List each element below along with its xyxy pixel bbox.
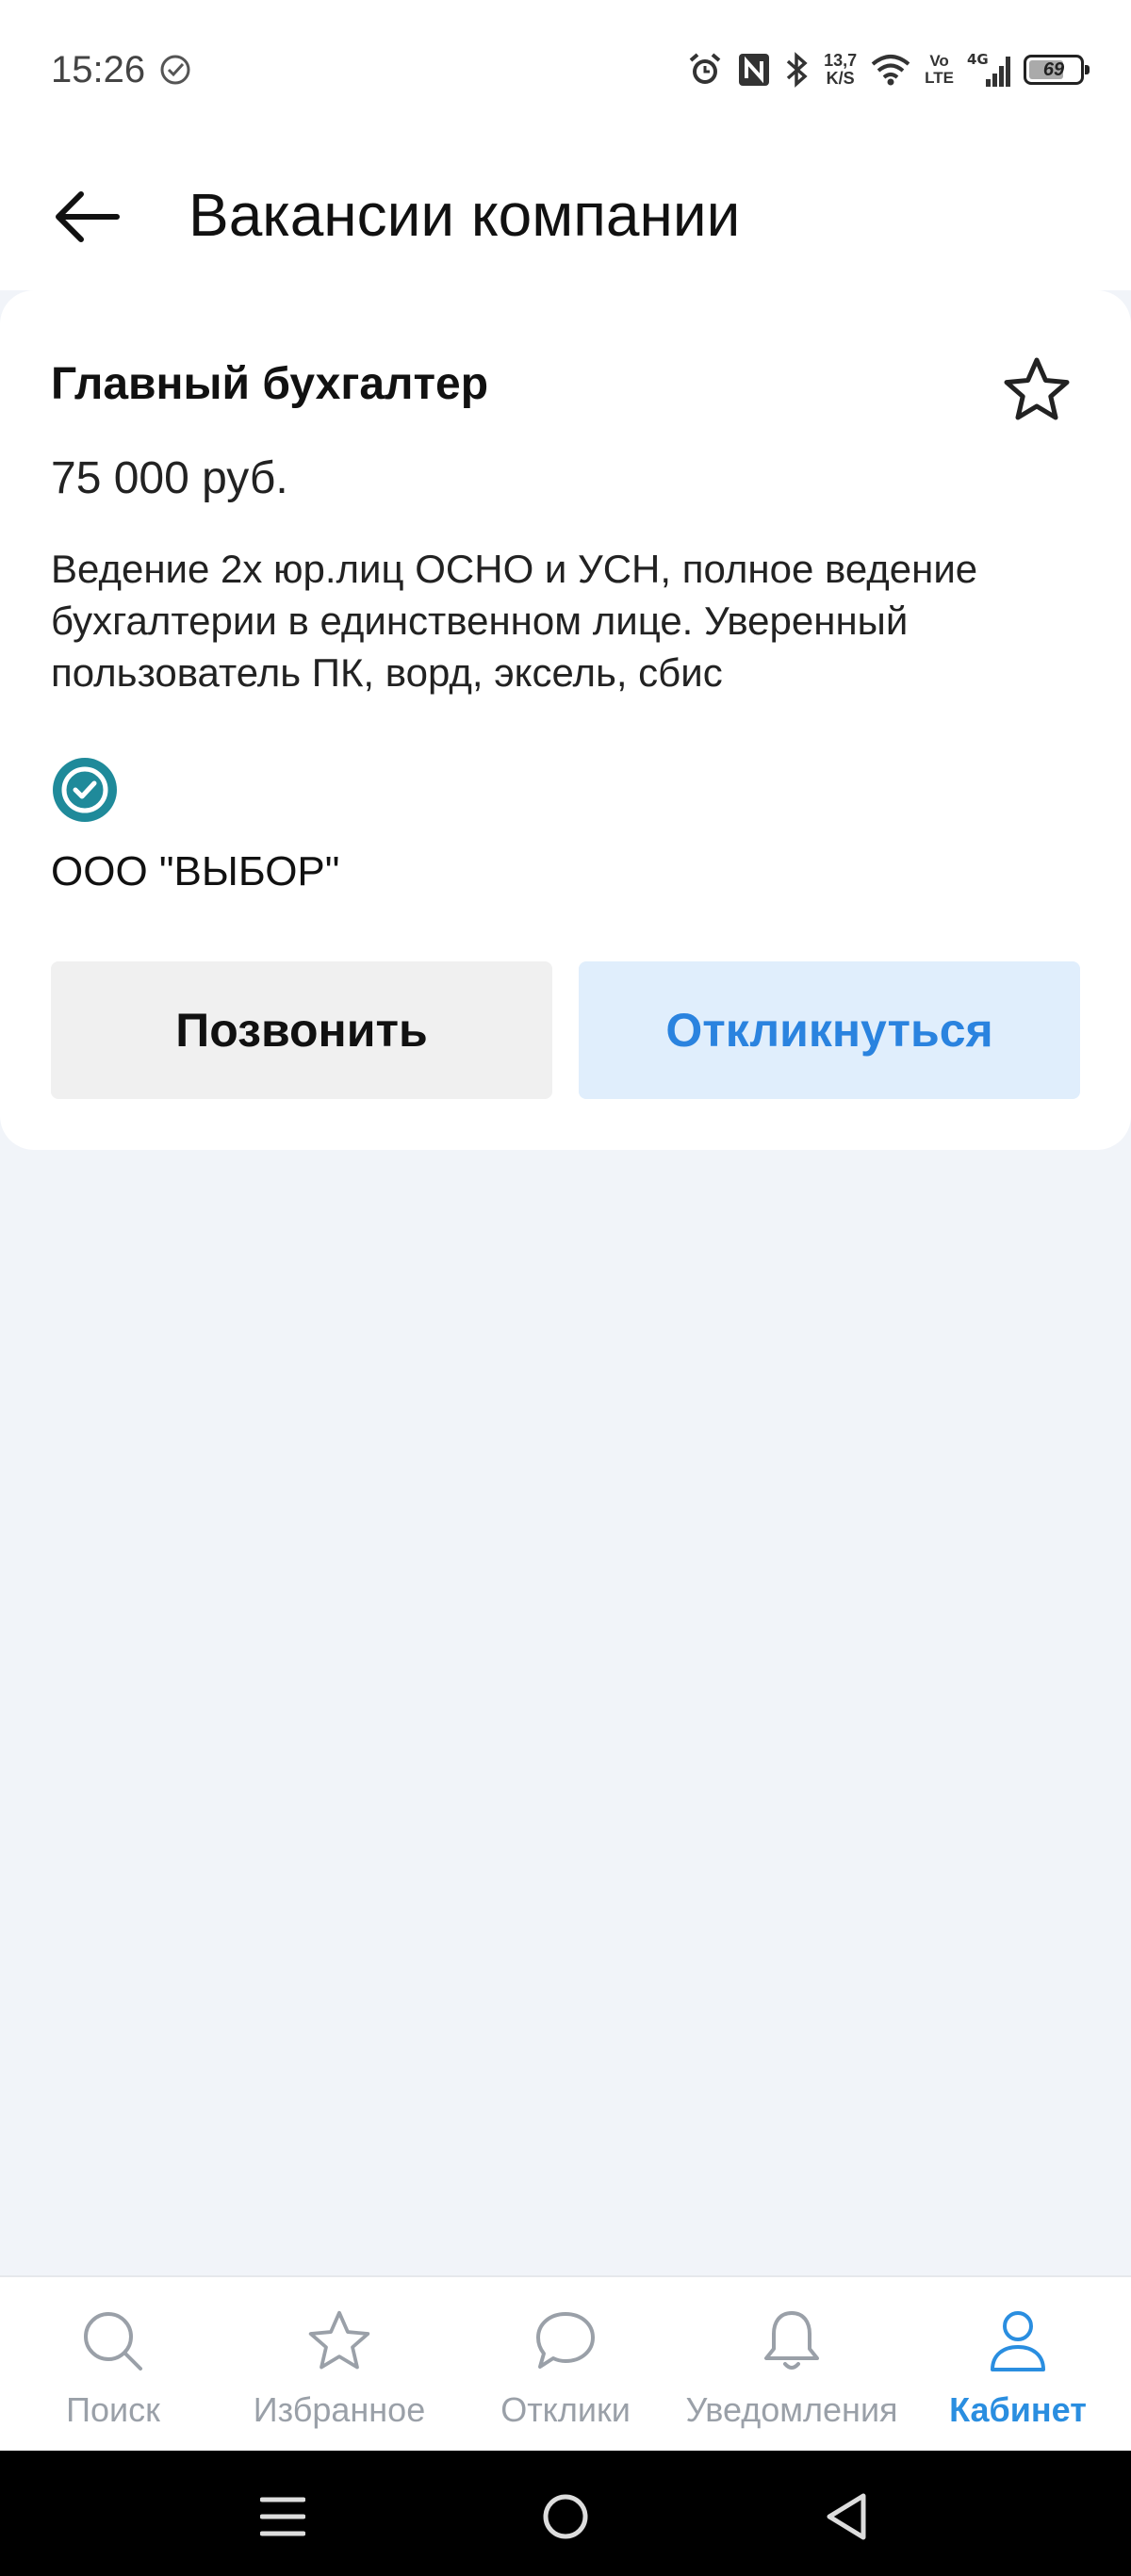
signal-icon: 4G (967, 51, 1010, 87)
nav-label-responses: Отклики (500, 2390, 631, 2429)
battery-tip (1085, 65, 1090, 74)
call-button[interactable]: Позвонить (51, 961, 552, 1099)
speed-value: 13,7 (824, 51, 858, 70)
battery-icon: 69 (1024, 55, 1090, 85)
vacancy-title[interactable]: Главный бухгалтер (51, 358, 488, 410)
nav-item-notifications[interactable]: Уведомления (679, 2277, 905, 2451)
triangle-back-icon (827, 2493, 866, 2540)
status-time: 15:26 (51, 49, 146, 90)
volte-bottom: LTE (925, 69, 954, 87)
bell-icon (764, 2311, 819, 2370)
nav-label-favorites: Избранное (253, 2390, 426, 2429)
network-speed: 13,7 K/S (824, 52, 857, 88)
chat-bubble-icon (536, 2312, 595, 2369)
sync-check-icon (160, 55, 190, 85)
nav-item-search[interactable]: Поиск (0, 2277, 226, 2451)
bottom-navigation: Поиск Избранное Отклики Уведомления Каби… (0, 2275, 1131, 2451)
nav-item-cabinet[interactable]: Кабинет (905, 2277, 1131, 2451)
search-icon (84, 2312, 142, 2371)
arrow-left-icon (56, 191, 120, 242)
nav-label-search: Поиск (66, 2390, 160, 2429)
home-button[interactable] (528, 2479, 603, 2554)
system-back-button[interactable] (809, 2479, 884, 2554)
battery-level: 69 (1042, 59, 1065, 80)
star-icon (308, 2310, 370, 2370)
nav-label-cabinet: Кабинет (949, 2390, 1087, 2429)
bluetooth-icon (786, 52, 808, 88)
nfc-icon (739, 54, 770, 86)
nav-item-responses[interactable]: Отклики (452, 2277, 679, 2451)
vacancy-salary: 75 000 руб. (51, 453, 288, 503)
network-type: 4G (967, 51, 989, 68)
company-name[interactable]: ООО "ВЫБОР" (51, 848, 339, 895)
verified-company-icon (53, 758, 117, 822)
alarm-icon (689, 53, 721, 84)
system-navigation-bar (0, 2451, 1131, 2576)
apply-button[interactable]: Откликнуться (579, 961, 1080, 1099)
app-header: Вакансии компании (0, 141, 1131, 290)
status-bar: 15:26 13,7 K/S Vo LTE 4G 69 (0, 0, 1131, 141)
speed-unit: K/S (826, 69, 855, 88)
user-icon (991, 2311, 1045, 2371)
home-circle-icon (543, 2494, 588, 2539)
menu-icon (260, 2497, 305, 2536)
favorite-button[interactable] (999, 353, 1074, 428)
vacancy-card[interactable]: Главный бухгалтер 75 000 руб. Ведение 2х… (0, 290, 1131, 1150)
volte-indicator: Vo LTE (925, 53, 954, 87)
vacancy-description: Ведение 2х юр.лиц ОСНО и УСН, полное вед… (51, 547, 978, 695)
wifi-icon (871, 55, 910, 86)
nav-item-favorites[interactable]: Избранное (226, 2277, 452, 2451)
page-title: Вакансии компании (188, 181, 741, 249)
volte-top: Vo (929, 52, 949, 70)
recent-apps-button[interactable] (245, 2479, 320, 2554)
star-icon (1004, 357, 1070, 420)
nav-label-notifications: Уведомления (685, 2390, 898, 2429)
status-icons: 13,7 K/S Vo LTE 4G 69 (686, 41, 1090, 98)
back-button[interactable] (41, 172, 132, 262)
